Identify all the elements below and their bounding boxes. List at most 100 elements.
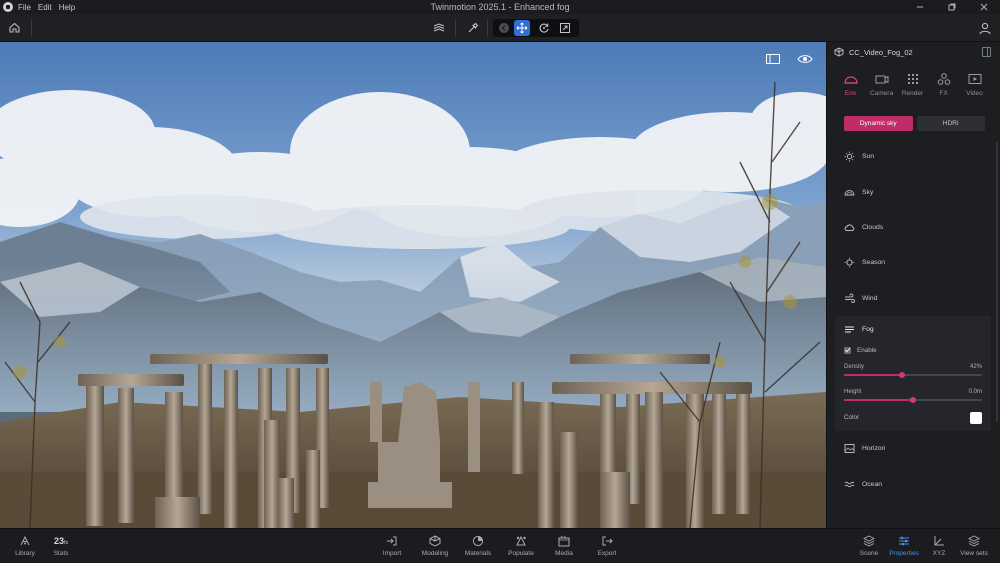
export-icon [602,536,613,546]
video-icon [968,74,981,84]
cloud-icon [844,224,855,231]
dynamic-sky-button[interactable]: Dynamic sky [844,116,913,131]
density-handle[interactable] [898,371,905,378]
section-horizon[interactable]: Horizon [827,431,1000,466]
import-icon [387,536,397,546]
move-tool-button[interactable] [514,20,530,36]
height-handle[interactable] [910,396,916,403]
scale-tool-button[interactable] [557,20,573,36]
season-icon [844,257,855,268]
window-controls [904,0,1000,14]
tab-camera[interactable]: Camera [866,72,897,110]
section-season[interactable]: Season [827,245,1000,280]
fog-enable-row[interactable]: Enable [835,344,991,358]
env-icon [843,76,858,84]
view-sets-button[interactable]: View sets [953,535,995,557]
restore-icon [948,3,956,11]
home-button[interactable] [8,21,21,34]
close-button[interactable] [968,0,1000,14]
rotate-tool-button[interactable] [536,20,552,36]
back-icon [499,23,509,33]
wind-icon [845,293,855,303]
media-button[interactable]: Media [543,535,585,557]
density-value: 42% [969,363,982,370]
menu-bar: File Edit Help Twinmotion 2025.1 - Enhan… [0,0,1000,14]
menu-help[interactable]: Help [59,3,75,12]
height-track[interactable] [844,396,982,403]
xyz-icon [934,536,944,546]
color-label: Color [844,414,860,422]
scale-icon [560,23,570,33]
fog-color-swatch[interactable] [970,411,982,424]
menu-edit[interactable]: Edit [38,3,52,12]
populate-button[interactable]: Populate [500,535,542,557]
section-sun[interactable]: Sun [827,139,1000,174]
density-fill [844,373,902,376]
fog-enable-checkbox[interactable] [844,347,851,355]
import-button[interactable]: Import [371,535,413,557]
panel-toggle-icon [766,54,780,64]
tab-fx[interactable]: FX [928,72,959,110]
object-name: CC_Video_Fog_02 [849,47,913,57]
minimize-button[interactable] [904,0,936,14]
section-fog-header[interactable]: Fog [835,316,991,344]
3d-viewport[interactable] [0,42,826,528]
tab-env[interactable]: Env [835,72,866,110]
home-icon [9,22,20,33]
section-wind[interactable]: Wind [827,281,1000,316]
restore-button[interactable] [936,0,968,14]
ocean-icon [844,481,855,487]
height-value: 0.0m [968,388,982,395]
view-visibility-button[interactable] [797,52,813,66]
horizon-icon [844,444,855,454]
stats-button[interactable]: 23fs Stats [40,535,82,557]
hdri-button[interactable]: HDRI [916,116,985,131]
stats-fps-readout: 23fs [54,536,68,546]
density-track[interactable] [844,371,982,378]
eyedropper-button[interactable] [465,20,481,36]
view-sets-icon [968,535,980,547]
user-account-button[interactable] [978,21,992,35]
fog-color-row: Color [835,408,991,426]
modeling-icon [429,535,441,547]
layers-button[interactable] [431,20,447,36]
tab-video[interactable]: Video [959,72,990,110]
panel-scrollbar[interactable] [996,142,998,422]
split-view-icon[interactable] [982,47,991,57]
layers-icon [433,23,445,32]
eyedropper-icon [468,22,479,33]
bottom-bar: Library 23fs Stats Import Modeling Mater… [0,528,1000,563]
materials-icon [472,535,484,547]
fog-height-slider[interactable]: Height 0.0m [835,383,991,408]
toolbar-divider [31,20,32,36]
properties-icon [899,536,909,546]
section-ocean[interactable]: Ocean [827,466,1000,501]
rendered-scene-image [0,42,826,528]
sky-mode-selector: Dynamic sky HDRI [844,116,985,131]
modeling-button[interactable]: Modeling [414,535,456,557]
menu-file[interactable]: File [18,3,31,12]
environment-sections: Sun Sky Clouds Season Wind Fog Enable De… [827,139,1000,502]
window-title: Twinmotion 2025.1 - Enhanced fog [430,2,570,12]
render-icon [907,74,918,84]
fog-section: Fog Enable Density 42% Height 0.0m Color [835,315,991,431]
populate-icon [516,535,526,546]
rotate-icon [539,23,549,33]
transform-tools [493,19,579,37]
section-clouds[interactable]: Clouds [827,210,1000,245]
panel-header: CC_Video_Fog_02 [827,42,1000,62]
tab-render[interactable]: Render [897,72,928,110]
toolbar-divider [487,20,488,36]
section-sky[interactable]: Sky [827,174,1000,209]
sun-icon [844,151,855,162]
back-button[interactable] [496,20,512,36]
materials-button[interactable]: Materials [457,535,499,557]
toolbar-divider [455,20,456,36]
fog-density-slider[interactable]: Density 42% [835,358,991,383]
export-button[interactable]: Export [586,535,628,557]
fullscreen-toggle-button[interactable] [765,52,781,66]
minimize-icon [917,6,923,8]
properties-panel: CC_Video_Fog_02 Env Camera Render FX Vid… [826,42,1000,528]
object-icon [834,47,844,57]
user-icon [979,22,991,35]
